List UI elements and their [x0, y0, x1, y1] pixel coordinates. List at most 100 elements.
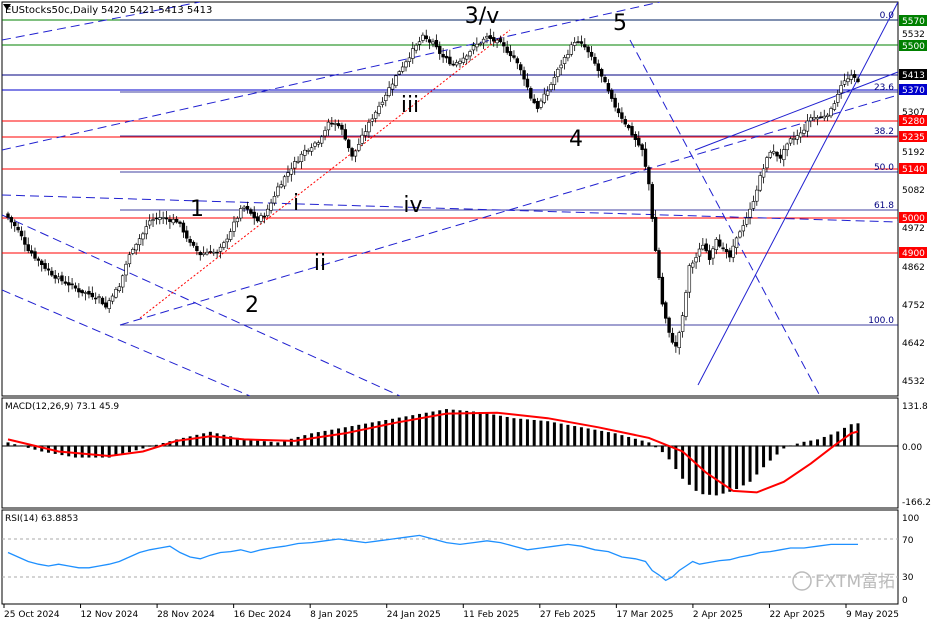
- price-axis: 5532 5307 5192 5082 4972 4862 4752 4642 …: [902, 30, 925, 387]
- ohlc-readout: 5420 5421 5413 5413: [101, 5, 212, 16]
- macd-bar: [67, 445, 71, 457]
- candle-body-down: [583, 44, 587, 48]
- level-tag-5235-text: 5235: [902, 133, 925, 143]
- candle-body-down: [579, 41, 584, 44]
- macd-bar: [195, 434, 199, 446]
- candle-body-up: [205, 251, 209, 255]
- candle-body-up: [782, 149, 786, 161]
- candle-body-up: [677, 332, 681, 348]
- candle-body-up: [171, 219, 175, 224]
- candle-body-up: [458, 60, 462, 64]
- macd-bar: [134, 445, 138, 451]
- candle-body-up: [222, 242, 226, 248]
- date-tick: 28 Nov 2024: [157, 610, 215, 620]
- candle-body-up: [475, 43, 479, 48]
- candle-body-up: [478, 43, 482, 45]
- macd-bar: [735, 445, 739, 490]
- candle-body-up: [805, 120, 810, 132]
- candle-body-down: [512, 55, 516, 58]
- candle-body-down: [26, 244, 30, 252]
- candle-body-up: [120, 275, 125, 288]
- candle-body-up: [758, 175, 762, 191]
- candle-body-up: [741, 225, 746, 232]
- candle-body-up: [552, 76, 557, 85]
- macd-bar: [802, 441, 806, 446]
- candle-body-down: [29, 250, 34, 254]
- candle-body-down: [336, 123, 341, 127]
- macd-bar: [816, 439, 820, 446]
- candle-body-down: [93, 297, 98, 300]
- candle-body-up: [485, 36, 489, 39]
- macd-bar: [620, 435, 624, 446]
- macd-bar: [694, 445, 698, 491]
- fib-label-23: 23.6: [874, 83, 894, 93]
- candle-body-up: [815, 117, 820, 120]
- macd-bar: [829, 434, 833, 446]
- candle-body-down: [350, 148, 354, 157]
- candle-body-down: [80, 290, 84, 294]
- candle-body-down: [23, 237, 27, 245]
- candle-body-down: [330, 122, 334, 125]
- candle-body-up: [691, 262, 695, 268]
- macd-bar: [357, 424, 361, 446]
- candle-body-up: [144, 226, 148, 235]
- candle-body-up: [569, 44, 573, 55]
- candle-body-up: [798, 132, 803, 138]
- macd-bar: [627, 436, 631, 446]
- price-tick: 4972: [902, 224, 925, 234]
- candle-body-down: [718, 239, 722, 247]
- macd-bar: [202, 433, 206, 446]
- candle-body-down: [343, 129, 348, 140]
- candle-body-up: [839, 85, 843, 94]
- fib-label-0: 0.0: [880, 11, 895, 21]
- candle-body-up: [394, 75, 398, 86]
- price-tick: 4532: [902, 377, 925, 387]
- price-tick: 5532: [902, 30, 925, 40]
- candle-body-down: [502, 42, 506, 47]
- candle-body-up: [282, 176, 287, 187]
- candle-body-down: [215, 251, 219, 254]
- candle-body-up: [228, 231, 233, 240]
- macd-bar: [60, 445, 64, 456]
- candle-body-down: [178, 221, 182, 224]
- candle-body-down: [525, 78, 530, 88]
- macd-bar: [337, 428, 341, 446]
- candle: [684, 289, 688, 321]
- candle-body-down: [724, 249, 729, 253]
- candle-body-up: [680, 315, 685, 332]
- wave-label-2: 2: [245, 293, 259, 318]
- candle-body-up: [272, 196, 277, 204]
- candle-body-down: [198, 252, 202, 256]
- candle-body-up: [465, 55, 469, 60]
- candle-body-down: [657, 250, 661, 279]
- candle-body-down: [36, 258, 41, 261]
- candle-body-up: [812, 117, 816, 120]
- macd-bar: [795, 443, 799, 446]
- macd-bar: [6, 442, 10, 446]
- candle-body-down: [104, 302, 108, 308]
- candle-body-down: [252, 211, 256, 219]
- date-tick: 12 Nov 2024: [81, 610, 139, 620]
- wave-label-i: i: [293, 191, 299, 216]
- candle-body-up: [687, 265, 692, 293]
- candle-body-up: [694, 257, 698, 263]
- candle-body-up: [266, 208, 270, 217]
- candle-body-down: [63, 281, 68, 284]
- candle-body-up: [701, 244, 705, 250]
- macd-bar: [606, 432, 610, 446]
- macd-bar: [80, 445, 84, 458]
- candle-body-up: [124, 263, 128, 276]
- macd-bar: [330, 429, 334, 446]
- candle-body-up: [316, 142, 321, 145]
- candle-body-up: [842, 80, 847, 85]
- candle-body-up: [397, 71, 401, 75]
- macd-bar: [708, 445, 712, 495]
- candle-body-down: [610, 89, 614, 99]
- macd-bar: [377, 421, 381, 446]
- level-tag-5500-text: 5500: [902, 42, 925, 52]
- candle-body-up: [390, 83, 395, 90]
- candle-body-up: [461, 57, 466, 63]
- candle-body-up: [471, 45, 476, 51]
- current-price-text: 5413: [902, 71, 925, 81]
- macd-bar: [748, 445, 752, 482]
